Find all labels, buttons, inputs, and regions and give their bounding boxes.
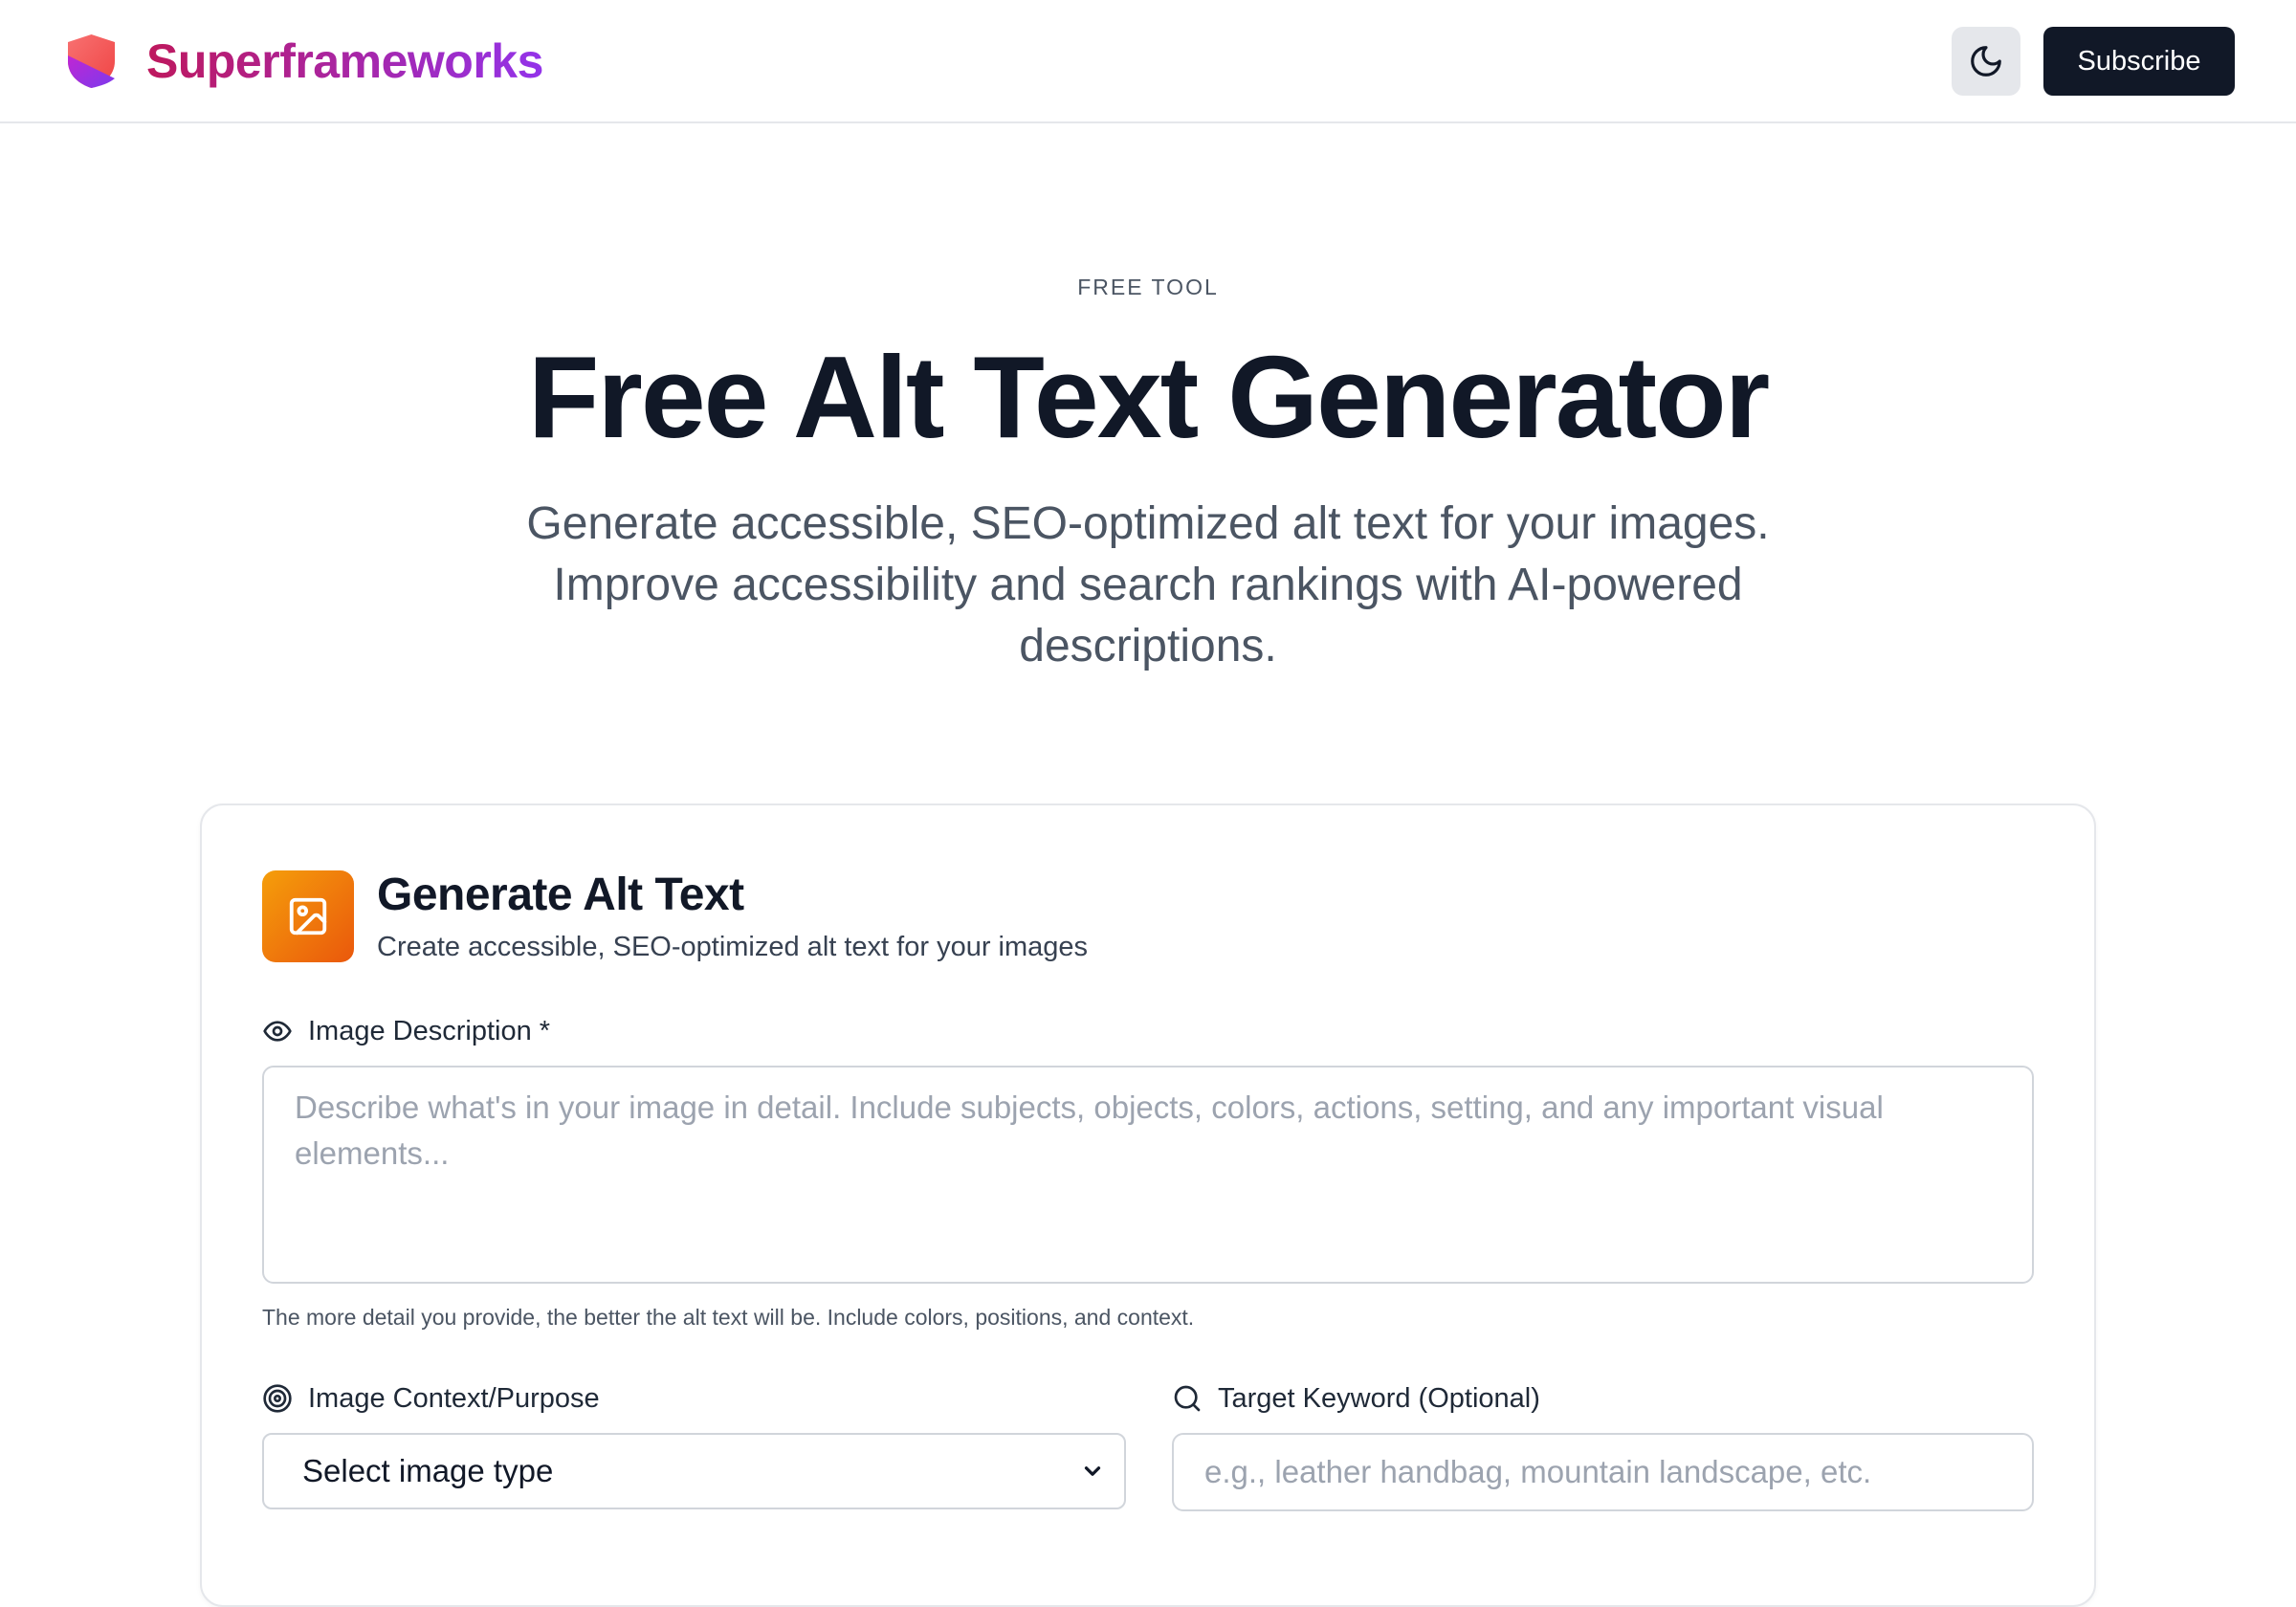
eye-icon <box>263 1021 292 1042</box>
image-type-selected-value: Select image type <box>302 1453 554 1488</box>
theme-toggle-button[interactable] <box>1952 27 2020 96</box>
page-title: Free Alt Text Generator <box>527 332 1770 462</box>
subscribe-button[interactable]: Subscribe <box>2043 27 2235 96</box>
image-description-hint: The more detail you provide, the better … <box>262 1305 1195 1330</box>
site-header: Superframeworks Subscribe <box>0 0 2296 123</box>
search-icon <box>1174 1385 1201 1412</box>
page-subtitle: Generate accessible, SEO-optimized alt t… <box>526 498 1770 671</box>
shield-logo-icon <box>68 34 115 88</box>
image-type-select[interactable]: Select image type <box>262 1433 1126 1509</box>
image-context-label-text: Image Context/Purpose <box>308 1382 600 1414</box>
card-icon-badge <box>262 870 354 962</box>
target-keyword-input[interactable] <box>1172 1433 2034 1511</box>
image-icon <box>289 897 327 936</box>
image-context-label: Image Context/Purpose <box>262 1379 600 1418</box>
image-description-textarea[interactable] <box>262 1066 2034 1284</box>
card-subtitle: Create accessible, SEO-optimized alt tex… <box>377 932 1089 962</box>
image-description-label-text: Image Description * <box>308 1015 551 1046</box>
eyebrow-label: FREE TOOL <box>1077 275 1219 299</box>
moon-icon <box>1971 46 2001 77</box>
target-keyword-label: Target Keyword (Optional) <box>1172 1379 1540 1418</box>
brand-name: Superframeworks <box>146 34 543 88</box>
target-icon <box>263 1384 292 1413</box>
image-description-label: Image Description * <box>262 1012 550 1050</box>
target-keyword-label-text: Target Keyword (Optional) <box>1218 1382 1540 1414</box>
card-title: Generate Alt Text <box>377 870 744 920</box>
chevron-down-icon <box>1084 1466 1101 1476</box>
brand-link[interactable]: Superframeworks <box>65 33 543 90</box>
